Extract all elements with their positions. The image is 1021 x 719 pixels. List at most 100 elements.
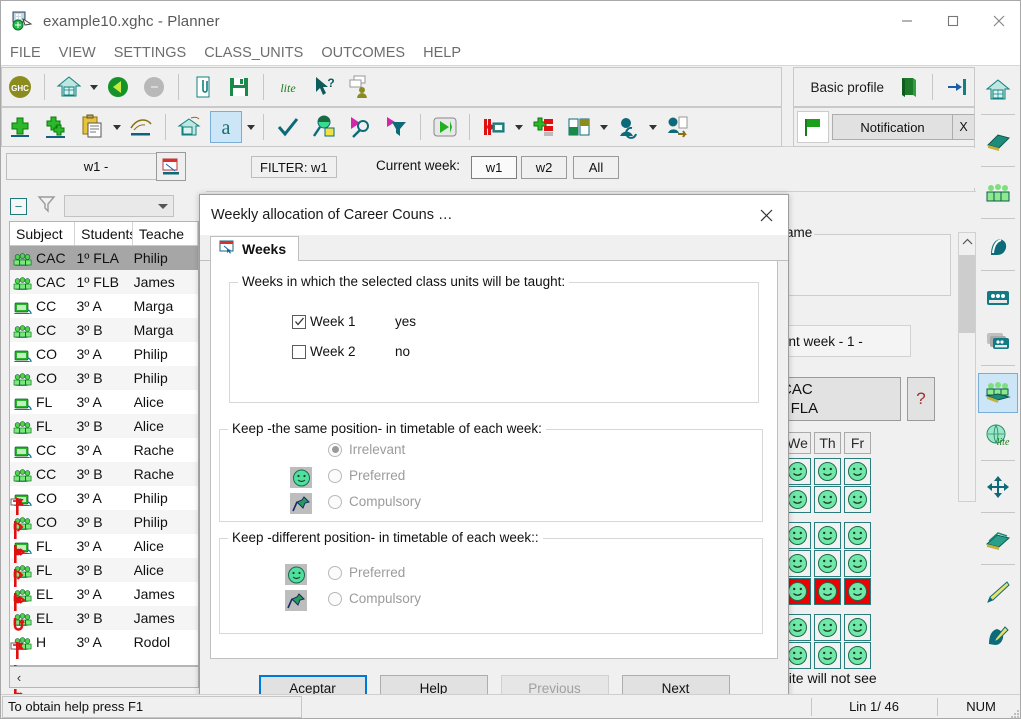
rail-home-icon[interactable] <box>978 70 1018 110</box>
attach-button[interactable] <box>187 71 219 103</box>
timetable-cell[interactable] <box>844 522 871 549</box>
table-row[interactable]: EL 3º A James <box>10 582 198 606</box>
table-row[interactable]: CC 3º B Marga <box>10 318 198 342</box>
same-irrelevant-radio[interactable] <box>328 442 342 457</box>
day-header-fr[interactable]: Fr <box>844 432 871 454</box>
menu-class-units[interactable]: CLASS_UNITS <box>195 41 312 66</box>
table-row[interactable]: CO 3º A Philip <box>10 342 198 366</box>
radio-same-compulsory[interactable]: Compulsory <box>328 494 421 509</box>
close-button[interactable] <box>976 1 1020 41</box>
house-grid-button[interactable] <box>174 111 206 143</box>
pushpin-icon[interactable] <box>290 493 312 514</box>
different-compulsory-radio[interactable] <box>328 591 342 606</box>
timetable-cell[interactable] <box>844 486 871 513</box>
different-preferred-radio[interactable] <box>328 565 342 580</box>
rail-teacher-pencil-icon[interactable] <box>978 615 1018 655</box>
palette-search-button[interactable] <box>308 111 340 143</box>
day-header-th[interactable]: Th <box>814 432 841 454</box>
smiley-green-icon[interactable] <box>290 467 312 488</box>
table-row[interactable]: EL 3º B James <box>10 606 198 630</box>
checkbox-week-2[interactable]: Week 2 <box>292 344 356 359</box>
week-button-w1[interactable]: w1 <box>471 156 517 179</box>
text-a-button[interactable]: a <box>210 111 242 143</box>
unit-help-button[interactable]: ? <box>907 377 935 421</box>
collapse-button[interactable]: − <box>10 197 27 215</box>
rail-classrooms-stack-icon[interactable] <box>978 321 1018 361</box>
week-2-checkbox[interactable] <box>292 344 306 359</box>
timetable-cell[interactable] <box>814 642 841 669</box>
table-row[interactable]: FL 3º A Alice <box>10 534 198 558</box>
rail-students-icon[interactable] <box>978 174 1018 214</box>
minimize-button[interactable] <box>884 1 930 41</box>
rail-classroom-icon[interactable] <box>978 278 1018 318</box>
name-field-box[interactable] <box>776 234 951 296</box>
clipboard-dropdown-arrow[interactable] <box>110 112 123 142</box>
table-row[interactable]: CC 3º A Rache <box>10 438 198 462</box>
table-row[interactable]: CO 3º A Philip <box>10 486 198 510</box>
rail-books-icon[interactable] <box>978 520 1018 560</box>
green-book-icon[interactable] <box>892 71 924 103</box>
table-row[interactable]: CAC 1º FLA Philip <box>10 246 198 270</box>
save-button[interactable] <box>223 71 255 103</box>
maximize-button[interactable] <box>930 1 976 41</box>
goto-arrow-icon[interactable] <box>941 71 973 103</box>
table-split-dropdown-arrow[interactable] <box>597 112 610 142</box>
menu-outcomes[interactable]: OUTCOMES <box>312 41 414 66</box>
filter-combo[interactable] <box>64 195 174 217</box>
week-button-all[interactable]: All <box>573 156 619 179</box>
menu-view[interactable]: VIEW <box>50 41 105 66</box>
smiley-green-icon-2[interactable] <box>285 564 307 585</box>
columns-red-button[interactable] <box>478 111 510 143</box>
home-button[interactable] <box>53 71 85 103</box>
hand-write-button[interactable] <box>125 111 157 143</box>
scroll-thumb[interactable] <box>959 255 975 333</box>
rail-book-icon[interactable] <box>978 122 1018 162</box>
text-a-dropdown-arrow[interactable] <box>244 112 257 142</box>
pushpin-icon-2[interactable] <box>285 590 307 611</box>
rail-teacher-icon[interactable] <box>978 226 1018 266</box>
zoom-magenta-button[interactable] <box>344 111 376 143</box>
class-units-table[interactable]: Subject Students Teache CAC 1º FLA Philip C… <box>9 221 199 666</box>
timetable-cell[interactable] <box>844 614 871 641</box>
comments-user-button[interactable] <box>344 71 376 103</box>
add-columns-button[interactable] <box>527 111 559 143</box>
tab-weeks[interactable]: Weeks <box>210 236 300 262</box>
menu-file[interactable]: FILE <box>1 41 50 66</box>
check-button[interactable] <box>272 111 304 143</box>
timetable-cell[interactable] <box>844 642 871 669</box>
column-header-subject[interactable]: Subject <box>10 222 76 245</box>
clipboard-button[interactable] <box>76 111 108 143</box>
notification-button[interactable]: Notification <box>832 114 953 140</box>
rail-class-units-icon[interactable] <box>977 373 1018 413</box>
table-row[interactable]: CAC 1º FLB James <box>10 270 198 294</box>
same-preferred-radio[interactable] <box>328 468 342 483</box>
column-header-teacher[interactable]: Teache <box>133 222 198 245</box>
radio-different-compulsory[interactable]: Compulsory <box>328 591 421 606</box>
table-row[interactable]: FL 3º B Alice <box>10 558 198 582</box>
table-row[interactable]: FL 3º B Alice <box>10 414 198 438</box>
play-run-button[interactable] <box>429 111 461 143</box>
person-rotate-button[interactable] <box>612 111 644 143</box>
column-header-students[interactable]: Students <box>75 222 133 245</box>
timetable-cell[interactable] <box>814 614 841 641</box>
same-compulsory-radio[interactable] <box>328 494 342 509</box>
week-button-w2[interactable]: w2 <box>521 156 567 179</box>
dialog-close-button[interactable] <box>744 195 788 235</box>
radio-different-preferred[interactable]: Preferred <box>328 565 405 580</box>
timetable-cell[interactable] <box>814 522 841 549</box>
timetable-cell[interactable] <box>844 458 871 485</box>
help-cursor-button[interactable]: ? <box>308 71 340 103</box>
table-row[interactable]: CC 3º B Rache <box>10 462 198 486</box>
checkbox-week-1[interactable]: Week 1 <box>292 314 356 329</box>
back-button[interactable] <box>102 71 134 103</box>
right-scrollbar[interactable] <box>958 232 976 502</box>
table-split-button[interactable] <box>563 111 595 143</box>
timetable-cell[interactable] <box>844 578 871 605</box>
week-calendar-icon[interactable] <box>156 152 186 181</box>
lite-button[interactable]: lite <box>272 71 304 103</box>
columns-red-dropdown-arrow[interactable] <box>512 112 525 142</box>
person-swap-button[interactable] <box>661 111 693 143</box>
home-dropdown-arrow[interactable] <box>87 72 100 102</box>
person-rotate-dropdown-arrow[interactable] <box>646 112 659 142</box>
menu-settings[interactable]: SETTINGS <box>105 41 196 66</box>
